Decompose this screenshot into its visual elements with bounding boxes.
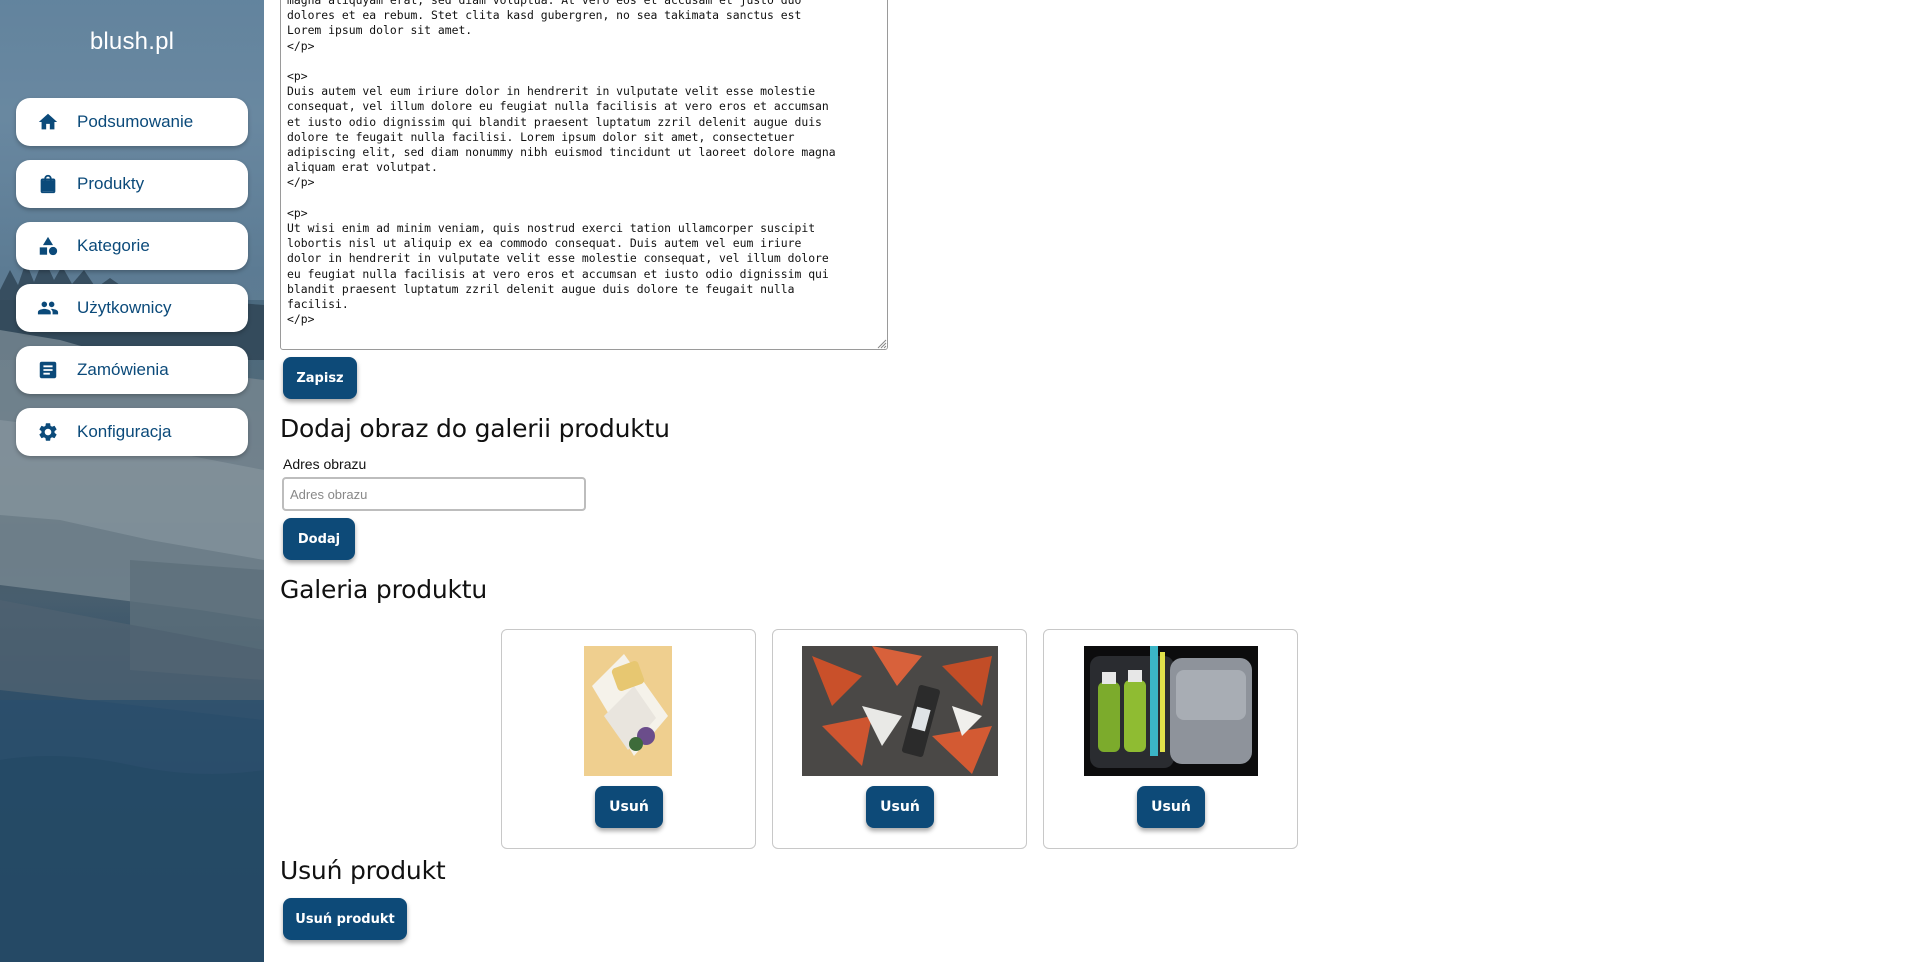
remove-image-button[interactable]: Usuń xyxy=(1137,786,1205,828)
sidebar-item-label: Konfiguracja xyxy=(77,422,172,441)
sidebar-item-konfiguracja[interactable]: Konfiguracja xyxy=(16,408,248,456)
sidebar-item-label: Kategorie xyxy=(77,236,150,255)
resize-handle-icon[interactable] xyxy=(877,339,887,349)
description-textarea[interactable]: magna aliquyam erat, sed diam voluptua. … xyxy=(280,0,888,350)
remove-image-button[interactable]: Usuń xyxy=(595,786,663,828)
sidebar-item-kategorie[interactable]: Kategorie xyxy=(16,222,248,270)
image-url-label: Adres obrazu xyxy=(283,456,367,472)
sidebar-item-podsumowanie[interactable]: Podsumowanie xyxy=(16,98,248,146)
add-image-heading: Dodaj obraz do galerii produktu xyxy=(280,414,670,443)
gallery-card: Usuń xyxy=(772,629,1027,849)
sidebar-nav: Podsumowanie Produkty Kategorie Użytkown… xyxy=(16,98,248,470)
home-icon xyxy=(37,111,59,133)
sidebar-item-label: Produkty xyxy=(77,174,145,193)
brand-logo[interactable]: blush.pl xyxy=(0,28,264,56)
main-content: magna aliquyam erat, sed diam voluptua. … xyxy=(280,0,1920,962)
sidebar-item-uzytkownicy[interactable]: Użytkownicy xyxy=(16,284,248,332)
product-image xyxy=(584,646,672,776)
delete-product-button[interactable]: Usuń produkt xyxy=(283,898,407,940)
product-image xyxy=(802,646,998,776)
sidebar-item-produkty[interactable]: Produkty xyxy=(16,160,248,208)
people-icon xyxy=(37,297,59,319)
gallery-card: Usuń xyxy=(1043,629,1298,849)
add-image-button[interactable]: Dodaj xyxy=(283,518,355,560)
sidebar: blush.pl Podsumowanie Produkty Kategorie… xyxy=(0,0,264,962)
image-url-input[interactable] xyxy=(282,477,586,511)
gallery-heading: Galeria produktu xyxy=(280,575,488,604)
gallery-card: Usuń xyxy=(501,629,756,849)
gear-icon xyxy=(37,421,59,443)
sidebar-item-zamowienia[interactable]: Zamówienia xyxy=(16,346,248,394)
product-image xyxy=(1084,646,1258,776)
sidebar-item-label: Użytkownicy xyxy=(77,298,172,317)
sidebar-item-label: Zamówienia xyxy=(77,360,169,379)
save-button[interactable]: Zapisz xyxy=(283,357,357,399)
sidebar-item-label: Podsumowanie xyxy=(77,112,194,131)
delete-product-heading: Usuń produkt xyxy=(280,856,446,885)
remove-image-button[interactable]: Usuń xyxy=(866,786,934,828)
shapes-icon xyxy=(37,235,59,257)
list-document-icon xyxy=(37,359,59,381)
shopping-bag-icon xyxy=(37,173,59,195)
